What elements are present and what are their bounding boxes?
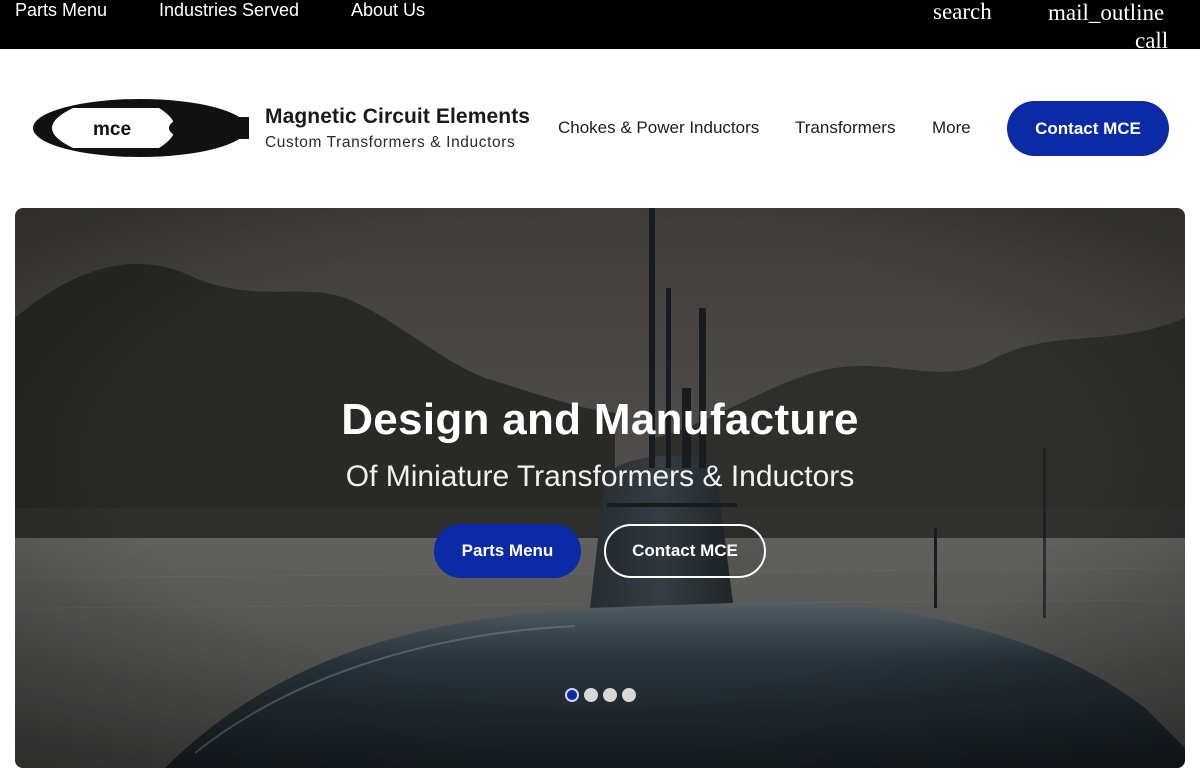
nav-item-chokes-power-inductors[interactable]: Chokes & Power Inductors [558, 118, 759, 138]
mail-icon[interactable]: mail_outline [1048, 0, 1164, 26]
brand-name: Magnetic Circuit Elements [265, 105, 531, 128]
carousel-dot-2[interactable] [584, 688, 598, 702]
brand-tagline: Custom Transformers & Inductors [265, 134, 516, 151]
nav-item-more[interactable]: More [932, 118, 971, 138]
topbar-link-parts-menu[interactable]: Parts Menu [15, 0, 107, 21]
contact-mce-button[interactable]: Contact MCE [1007, 101, 1169, 156]
carousel-dot-1[interactable] [565, 688, 579, 702]
site-header: mce Magnetic Circuit Elements Custom Tra… [0, 49, 1200, 208]
hero-carousel: Design and Manufacture Of Miniature Tran… [15, 208, 1185, 768]
mce-logo-icon[interactable]: mce [31, 97, 249, 159]
hero-title: Design and Manufacture [341, 395, 859, 444]
logo-text: mce [93, 119, 131, 140]
top-utility-bar: Parts Menu Industries Served About Us se… [0, 0, 1200, 53]
nav-item-transformers[interactable]: Transformers [795, 118, 895, 138]
topbar-link-industries-served[interactable]: Industries Served [159, 0, 299, 21]
search-icon[interactable]: search [933, 0, 992, 25]
carousel-dot-4[interactable] [622, 688, 636, 702]
hero-parts-menu-button[interactable]: Parts Menu [434, 524, 581, 578]
hero-contact-mce-button[interactable]: Contact MCE [604, 524, 766, 578]
carousel-dot-3[interactable] [603, 688, 617, 702]
topbar-link-about-us[interactable]: About Us [351, 0, 425, 21]
hero-subtitle: Of Miniature Transformers & Inductors [345, 460, 855, 493]
